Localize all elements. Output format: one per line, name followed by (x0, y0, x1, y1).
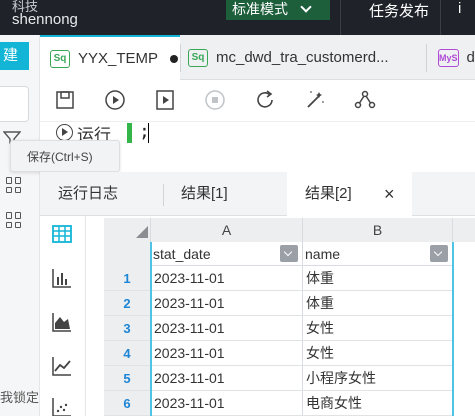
table-cell[interactable]: 2023-11-01 (150, 266, 302, 291)
column-header-stat-date[interactable]: stat_date (150, 242, 302, 266)
select-all-icon[interactable] (136, 226, 148, 238)
row-number[interactable]: 5 (104, 366, 150, 391)
divider (426, 44, 427, 72)
row-number[interactable]: 6 (104, 391, 150, 416)
row-number-header (104, 242, 150, 266)
column-header-label: stat_date (153, 246, 211, 262)
row-number[interactable]: 1 (104, 266, 150, 291)
table-view-icon[interactable] (51, 223, 73, 245)
table-cell[interactable]: 女性 (302, 341, 452, 366)
tab-mc-dwd-tra-customerd[interactable]: Sq mc_dwd_tra_customerd... (180, 35, 420, 80)
save-icon[interactable] (53, 88, 77, 112)
sql-badge-icon: Sq (188, 48, 208, 67)
column-filter-dropdown-icon[interactable] (430, 245, 448, 262)
divider (440, 0, 441, 35)
format-icon[interactable] (303, 88, 327, 112)
run-icon[interactable] (103, 88, 127, 112)
tab-yyx-temp[interactable]: Sq YYX_TEMP (40, 35, 180, 80)
mode-label: 标准模式 (232, 1, 288, 17)
new-button[interactable]: 建 (0, 42, 29, 70)
table-cell[interactable]: 小程序女性 (302, 366, 452, 391)
tab-label: mc_dwd_tra_customerd... (216, 49, 389, 66)
refresh-icon[interactable] (253, 88, 277, 112)
column-header-label: name (305, 246, 341, 262)
sql-badge-icon: Sq (50, 49, 70, 68)
task-publish-link[interactable]: 任务发布 (369, 0, 429, 21)
divider (163, 184, 164, 206)
table-cell[interactable]: 2023-11-01 (150, 316, 302, 341)
row-number[interactable]: 4 (104, 341, 150, 366)
column-letter-a[interactable]: A (150, 218, 302, 242)
area-chart-icon[interactable] (51, 311, 73, 333)
run-line-icon[interactable] (56, 124, 73, 141)
row-number[interactable]: 3 (104, 316, 150, 341)
line-chart-icon[interactable] (51, 355, 73, 377)
column-letter-b[interactable]: B (302, 218, 452, 242)
table-cell[interactable]: 2023-11-01 (150, 291, 302, 316)
selection-border (150, 242, 152, 416)
row-number[interactable]: 2 (104, 291, 150, 316)
column-header-name[interactable]: name (302, 242, 452, 266)
table-cell[interactable]: 2023-11-01 (150, 391, 302, 416)
table-cell[interactable]: 体重 (302, 291, 452, 316)
locked-by-me-label[interactable]: 我锁定 (0, 387, 39, 406)
column-header-empty (452, 218, 475, 242)
bar-chart-icon[interactable] (51, 267, 73, 289)
tab-result-1[interactable]: 结果[1] (181, 172, 228, 216)
table-cell[interactable]: 电商女性 (302, 391, 452, 416)
mode-dropdown[interactable]: 标准模式 (226, 0, 330, 20)
unsaved-dot-icon (170, 54, 179, 63)
table-cell[interactable]: 女性 (302, 316, 452, 341)
run-selected-icon[interactable] (153, 88, 177, 112)
text-caret (148, 123, 149, 143)
tab-label: YYX_TEMP (78, 50, 159, 67)
tab-label: dv (466, 49, 475, 66)
apps-grid-icon[interactable] (6, 212, 22, 228)
selection-border (452, 242, 454, 416)
scatter-chart-icon[interactable] (51, 396, 73, 416)
divider (340, 0, 341, 35)
mysql-badge-icon: MyS (438, 48, 459, 67)
apps-grid-icon[interactable] (6, 177, 22, 193)
table-cell[interactable]: 2023-11-01 (150, 341, 302, 366)
close-icon[interactable]: × (384, 172, 395, 216)
line-change-marker (127, 123, 132, 143)
tab-result-2[interactable]: 结果[2] (305, 172, 352, 216)
tab-mysql[interactable]: MyS dv (432, 35, 475, 80)
table-cell[interactable]: 体重 (302, 266, 452, 291)
sidebar-search-box[interactable] (0, 86, 29, 122)
stop-icon[interactable] (203, 88, 227, 112)
column-filter-dropdown-icon[interactable] (280, 245, 298, 262)
tab-run-log[interactable]: 运行日志 (58, 172, 118, 216)
workspace-name[interactable]: shennong (12, 11, 78, 28)
save-tooltip: 保存(Ctrl+S) (10, 140, 120, 172)
top-nav-item-cut[interactable]: i (458, 0, 461, 17)
share-icon[interactable] (353, 88, 377, 112)
table-cell[interactable]: 2023-11-01 (150, 366, 302, 391)
